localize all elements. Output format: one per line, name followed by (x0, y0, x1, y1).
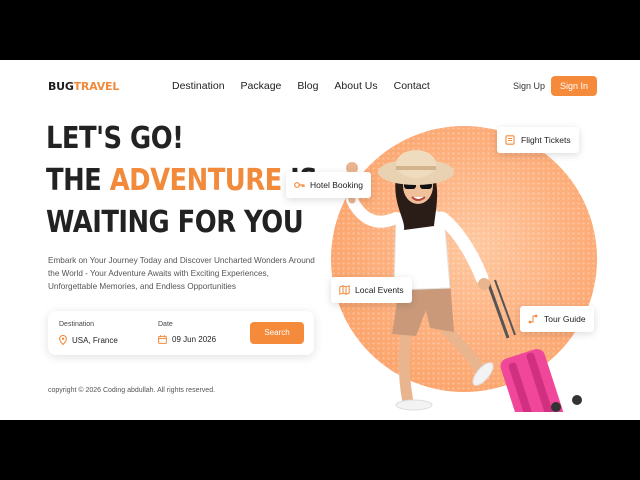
sign-in-button[interactable]: Sign In (551, 76, 597, 96)
headline-accent: ADVENTURE (109, 163, 282, 198)
headline-line2: THE ADVENTURE IS (46, 160, 318, 202)
flight-tickets-tag[interactable]: Flight Tickets (497, 127, 579, 153)
local-events-label: Local Events (355, 285, 404, 295)
search-button[interactable]: Search (250, 322, 304, 344)
suitcase-illustration (486, 279, 582, 412)
landing-page: BUGTRAVEL Destination Package Blog About… (0, 60, 640, 420)
route-icon (528, 314, 539, 324)
destination-value: USA, France (72, 335, 118, 345)
key-icon (294, 181, 305, 189)
hotel-booking-tag[interactable]: Hotel Booking (286, 172, 371, 198)
headline-line2-pre: THE (46, 163, 110, 198)
traveler-illustration (346, 150, 582, 412)
tour-guide-label: Tour Guide (544, 314, 586, 324)
local-events-tag[interactable]: Local Events (331, 277, 412, 303)
headline-line1: LET'S GO! (46, 121, 184, 156)
search-card: Destination USA, France Date 09 Jun 2026… (48, 311, 314, 355)
date-value: 09 Jun 2026 (172, 335, 217, 344)
flight-tickets-label: Flight Tickets (521, 135, 571, 145)
location-pin-icon (59, 335, 67, 345)
hotel-booking-label: Hotel Booking (310, 180, 363, 190)
nav-blog[interactable]: Blog (297, 80, 318, 92)
main-nav: Destination Package Blog About Us Contac… (172, 80, 446, 92)
tour-guide-tag[interactable]: Tour Guide (520, 306, 594, 332)
hero-headline: LET'S GO! THE ADVENTURE IS WAITING FOR Y… (46, 118, 318, 244)
destination-field[interactable]: USA, France (59, 335, 118, 345)
copyright-text: copyright © 2026 Coding abdullah. All ri… (48, 387, 216, 394)
map-icon (339, 285, 350, 295)
nav-package[interactable]: Package (241, 80, 282, 92)
hero-description: Embark on Your Journey Today and Discove… (48, 256, 315, 291)
nav-contact[interactable]: Contact (394, 80, 430, 92)
headline-line3: WAITING FOR YOU (46, 205, 304, 240)
date-label: Date (158, 321, 173, 328)
nav-about-us[interactable]: About Us (334, 80, 377, 92)
sign-up-link[interactable]: Sign Up (513, 81, 545, 91)
calendar-icon (158, 335, 167, 344)
date-field[interactable]: 09 Jun 2026 (158, 335, 216, 344)
logo-part1: BUG (48, 80, 74, 93)
logo[interactable]: BUGTRAVEL (48, 80, 119, 93)
nav-destination[interactable]: Destination (172, 80, 225, 92)
logo-part2: TRAVEL (73, 80, 120, 93)
destination-label: Destination (59, 321, 95, 328)
ticket-icon (505, 135, 516, 145)
